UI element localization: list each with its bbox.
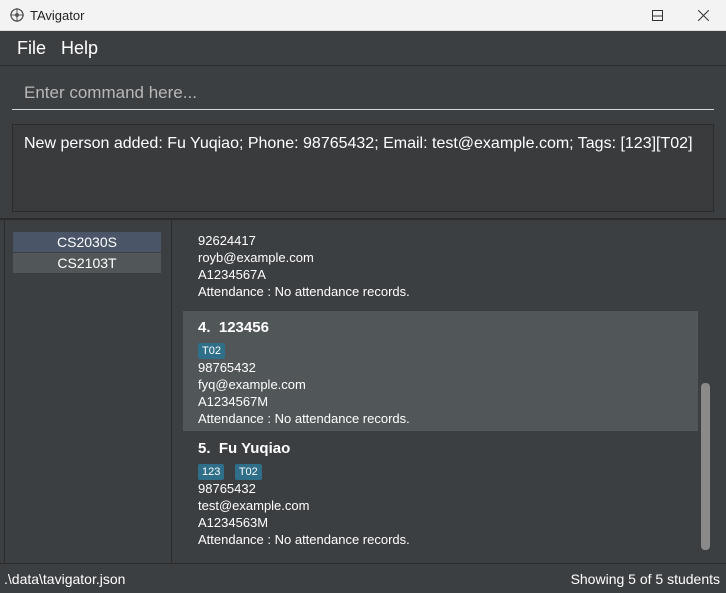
person-card[interactable]: 4. 123456 T02 98765432 fyq@example.com A…	[183, 311, 698, 431]
person-name: 5. Fu Yuqiao	[198, 440, 291, 457]
result-display: New person added: Fu Yuqiao; Phone: 9876…	[12, 124, 714, 212]
course-item-cs2030s[interactable]: CS2030S	[13, 232, 161, 252]
tag-row: 123 T02	[198, 462, 698, 480]
person-attendance: Attendance : No attendance records.	[198, 532, 410, 547]
command-input[interactable]	[12, 76, 714, 110]
tag-row: T01	[198, 230, 698, 232]
person-name: 4. 123456	[198, 319, 269, 336]
tag-row: T02	[198, 341, 698, 359]
menu-help[interactable]: Help	[61, 38, 98, 59]
person-list: T01 92624417 royb@example.com A1234567A …	[183, 230, 698, 553]
person-phone: 98765432	[198, 360, 256, 375]
person-attendance: Attendance : No attendance records.	[198, 411, 410, 426]
person-id: A1234567M	[198, 394, 269, 409]
tag-badge: T02	[198, 343, 225, 359]
data-file-path: .\data\tavigator.json	[4, 571, 126, 587]
person-email: fyq@example.com	[198, 377, 306, 392]
person-email: test@example.com	[198, 498, 310, 513]
maximize-icon	[651, 10, 663, 21]
menu-file[interactable]: File	[17, 38, 46, 59]
person-card[interactable]: T01 92624417 royb@example.com A1234567A …	[183, 230, 698, 311]
status-bar: .\data\tavigator.json Showing 5 of 5 stu…	[0, 563, 726, 593]
person-attendance: Attendance : No attendance records.	[198, 284, 410, 299]
student-count: Showing 5 of 5 students	[570, 571, 720, 587]
person-id: A1234567A	[198, 267, 266, 282]
person-id: A1234563M	[198, 515, 269, 530]
list-scrollbar[interactable]	[701, 383, 710, 550]
maximize-button[interactable]	[634, 0, 680, 31]
person-email: royb@example.com	[198, 250, 314, 265]
result-message: New person added: Fu Yuqiao; Phone: 9876…	[24, 135, 693, 152]
placeholder-spacer	[588, 0, 634, 31]
person-phone: 92624417	[198, 233, 256, 248]
course-item-cs2103t[interactable]: CS2103T	[13, 253, 161, 273]
tag-badge: 123	[198, 464, 225, 480]
course-list: CS2030S CS2103T	[4, 220, 172, 563]
title-bar: TAvigator	[0, 0, 726, 31]
tag-badge: T02	[234, 464, 262, 480]
window-title: TAvigator	[30, 8, 85, 23]
app-compass-icon	[10, 8, 24, 22]
person-card[interactable]: 5. Fu Yuqiao 123 T02 98765432 test@examp…	[183, 432, 698, 553]
person-phone: 98765432	[198, 481, 256, 496]
close-button[interactable]	[680, 0, 726, 31]
close-icon	[697, 10, 709, 21]
command-box	[0, 66, 726, 118]
menu-bar: File Help	[0, 31, 726, 66]
main-split: CS2030S CS2103T T01 92624417 royb@exampl…	[0, 218, 726, 563]
